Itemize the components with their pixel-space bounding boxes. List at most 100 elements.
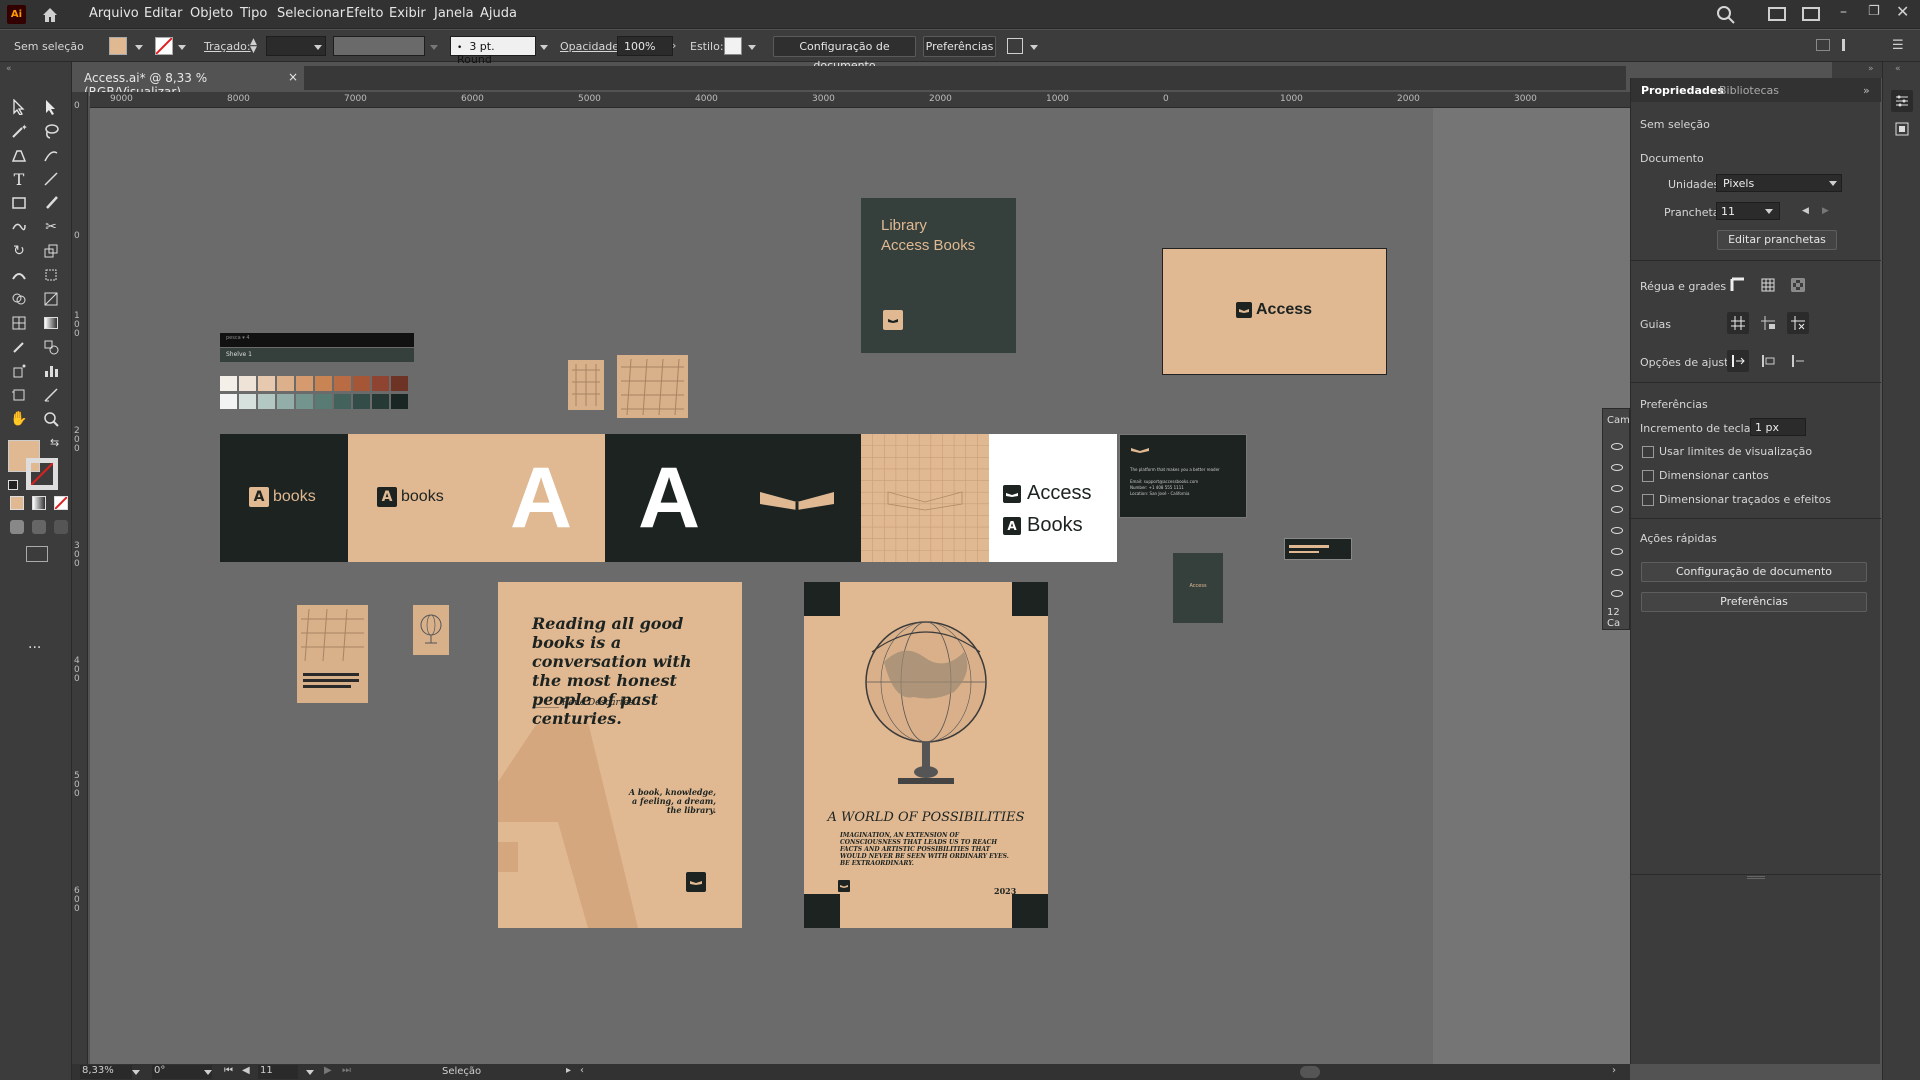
free-transform-icon[interactable]	[40, 264, 62, 286]
scissors-icon[interactable]: ✂	[40, 216, 62, 238]
palette-swatch[interactable]	[372, 376, 389, 391]
chevron-down-icon[interactable]	[314, 45, 322, 50]
align-icon[interactable]	[1816, 39, 1830, 51]
variable-width-profile[interactable]	[333, 36, 425, 56]
status-menu-arrow-icon[interactable]: ▸	[566, 1065, 571, 1076]
swap-colors-icon[interactable]: ⇆	[50, 436, 59, 449]
stroke-stepper[interactable]: ▲ ▼	[250, 38, 257, 55]
visibility-eye-icon[interactable]	[1611, 506, 1623, 513]
scale-tool-icon[interactable]	[40, 240, 62, 262]
artboard-globe-poster[interactable]: A WORLD OF POSSIBILITIES IMAGINATION, AN…	[804, 582, 1048, 928]
palette-swatch[interactable]	[315, 394, 332, 409]
libraries-panel-icon[interactable]	[1893, 120, 1911, 138]
palette-swatch[interactable]	[296, 376, 313, 391]
visibility-eye-icon[interactable]	[1611, 485, 1623, 492]
chevron-down-icon[interactable]	[430, 45, 438, 50]
curvature-tool-icon[interactable]	[40, 144, 62, 166]
stroke-label[interactable]: Traçado:	[204, 40, 251, 53]
menu-selecionar[interactable]: Selecionar	[277, 6, 345, 21]
scroll-left-icon[interactable]: ‹	[580, 1065, 584, 1076]
menu-editar[interactable]: Editar	[144, 6, 183, 21]
perspective-grid-icon[interactable]	[8, 312, 30, 334]
screen-mode-icon[interactable]	[26, 546, 48, 562]
palette-swatch[interactable]	[239, 394, 256, 409]
artboard-canvas[interactable]: Library Access Books Access pesca ▾ 4 Sh…	[90, 108, 1433, 1064]
type-tool-icon[interactable]: T	[8, 168, 30, 190]
opacity-label[interactable]: Opacidade:	[560, 40, 623, 53]
document-setup-button[interactable]: Configuração de documento	[773, 36, 916, 72]
menu-exibir[interactable]: Exibir	[389, 6, 426, 21]
menu-arquivo[interactable]: Arquivo	[89, 6, 139, 21]
hand-tool-icon[interactable]: ✋	[8, 408, 30, 430]
chevron-down-icon[interactable]	[204, 1070, 212, 1075]
prev-artboard-icon[interactable]: ◀	[242, 1065, 250, 1076]
snap-to-pixel-icon[interactable]	[1757, 350, 1779, 372]
palette-swatch[interactable]	[220, 394, 237, 409]
quick-document-setup-button[interactable]: Configuração de documento	[1641, 562, 1867, 582]
chevron-down-icon[interactable]	[540, 45, 548, 50]
gradient-tool-icon[interactable]	[40, 312, 62, 334]
properties-panel-icon[interactable]	[1891, 90, 1913, 112]
palette-swatch[interactable]	[258, 394, 275, 409]
shape-builder-icon[interactable]	[8, 288, 30, 310]
quick-preferences-button[interactable]: Preferências	[1641, 592, 1867, 612]
chevron-down-icon[interactable]	[135, 45, 143, 50]
minimize-icon[interactable]: –	[1840, 4, 1847, 20]
artboard-banner-mini[interactable]	[1284, 538, 1352, 560]
panel-collapse-icon[interactable]: »	[1863, 84, 1870, 97]
draw-inside-icon[interactable]	[54, 520, 68, 534]
home-icon[interactable]	[40, 5, 60, 25]
prev-artboard-icon[interactable]: ◀	[1802, 206, 1809, 216]
horizontal-scrollbar-thumb[interactable]	[1300, 1066, 1320, 1078]
palette-swatch[interactable]	[277, 376, 294, 391]
visibility-eye-icon[interactable]	[1611, 548, 1623, 555]
artboard-number-input[interactable]: 11	[258, 1065, 298, 1079]
last-artboard-icon[interactable]: ⏭	[342, 1065, 351, 1076]
arrange-documents-icon[interactable]	[1768, 7, 1786, 21]
thumbnail-book-page[interactable]	[297, 605, 368, 703]
brush-select[interactable]: • 3 pt. Round	[450, 36, 536, 66]
column-graph-icon[interactable]	[40, 360, 62, 382]
menu-janela[interactable]: Janela	[434, 6, 474, 21]
color-mode-icon[interactable]	[10, 496, 24, 510]
visibility-eye-icon[interactable]	[1611, 590, 1623, 597]
artboard-books-dark[interactable]: A books	[220, 434, 348, 562]
thumbnail-library[interactable]	[617, 355, 688, 418]
next-artboard-icon[interactable]: ▶	[1822, 206, 1829, 216]
palette-swatch[interactable]	[334, 376, 351, 391]
chevron-right-icon[interactable]: ›	[672, 39, 676, 52]
grid-icon[interactable]	[1757, 274, 1779, 296]
draw-behind-icon[interactable]	[32, 520, 46, 534]
tab-libraries[interactable]: Bibliotecas	[1719, 84, 1779, 97]
artboard-web-card[interactable]: The platform that makes you a better rea…	[1119, 434, 1247, 518]
vertical-ruler[interactable]: 0 1 0 0 2 0 0 3 0 0 4 0 0 5 0 0 6 0 0 0	[72, 92, 88, 1064]
close-icon[interactable]: ✕	[1896, 2, 1909, 21]
magic-wand-icon[interactable]: ✦	[8, 120, 30, 142]
artboard-book-icon-dark[interactable]	[733, 434, 861, 562]
align-left-icon[interactable]	[1842, 39, 1856, 51]
symbol-sprayer-icon[interactable]	[8, 360, 30, 382]
chevron-down-icon[interactable]	[1030, 45, 1038, 50]
palette-swatch[interactable]	[391, 394, 408, 409]
stroke-color-swatch[interactable]	[26, 458, 58, 490]
first-artboard-icon[interactable]: ⏮	[224, 1065, 233, 1076]
transparency-grid-icon[interactable]	[1787, 274, 1809, 296]
pen-tool-icon[interactable]	[8, 144, 30, 166]
lasso-icon[interactable]	[40, 120, 62, 142]
smart-guides-icon[interactable]	[1787, 312, 1809, 334]
eyedropper-icon[interactable]	[8, 336, 30, 358]
checkbox-scale-corners[interactable]	[1642, 470, 1654, 482]
artboard-access-card[interactable]: Access	[1162, 248, 1387, 375]
tab-properties[interactable]: Propriedades	[1641, 84, 1724, 97]
keyboard-increment-input[interactable]: 1 px	[1750, 418, 1806, 436]
palette-swatch[interactable]	[372, 394, 389, 409]
collapse-panel-icon[interactable]: »	[1868, 64, 1874, 74]
palette-swatch[interactable]	[353, 376, 370, 391]
ruler-icon[interactable]	[1727, 274, 1749, 296]
expand-dock-icon[interactable]: «	[1895, 64, 1901, 74]
palette-swatch[interactable]	[220, 376, 237, 391]
guides-icon[interactable]	[1727, 312, 1749, 334]
rotate-tool-icon[interactable]: ↻	[8, 240, 30, 262]
pasteboard-area[interactable]	[1433, 108, 1630, 1064]
shaper-tool-icon[interactable]	[8, 216, 30, 238]
